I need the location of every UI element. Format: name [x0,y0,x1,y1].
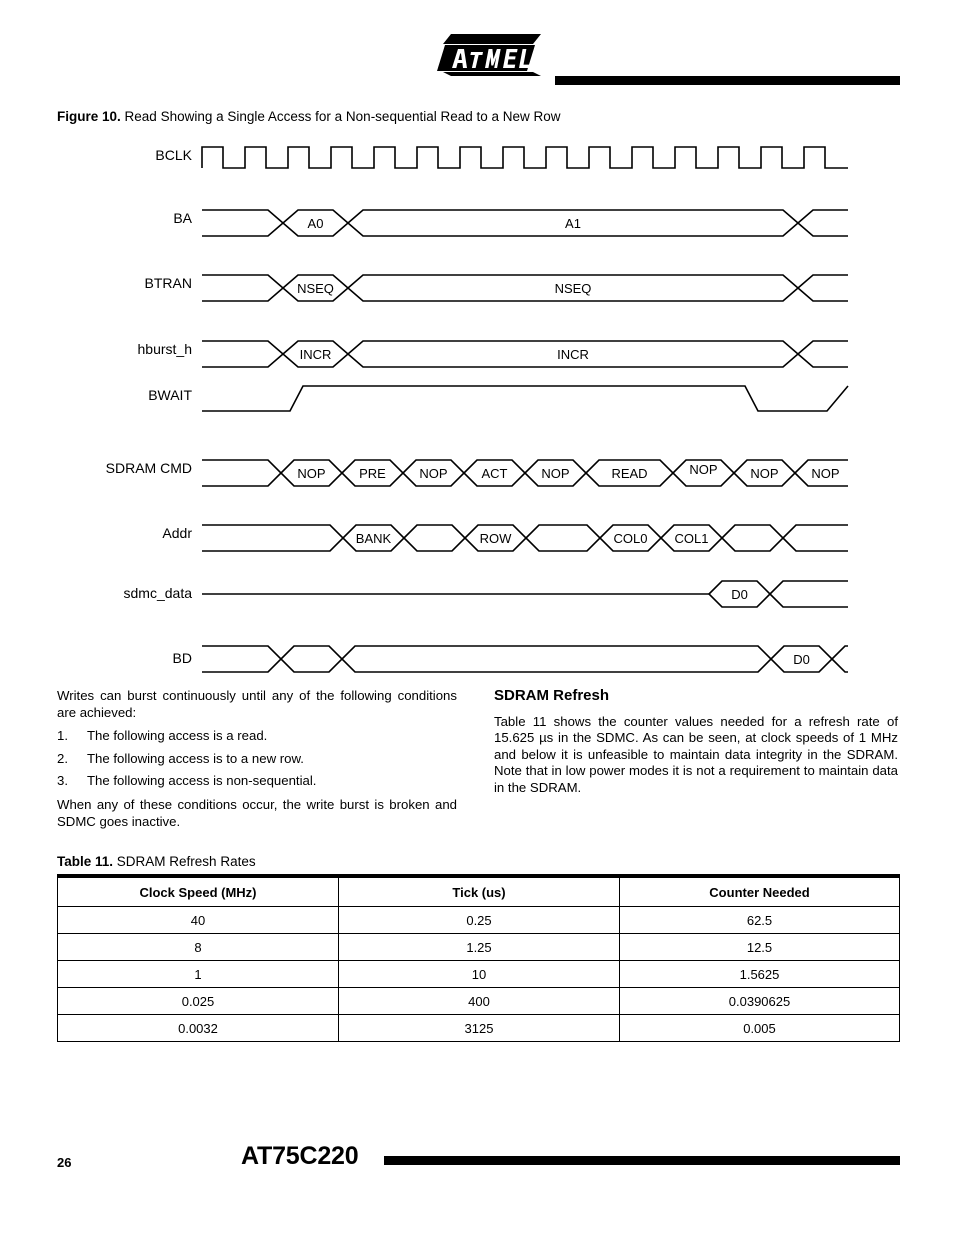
cell-counter: 1.5625 [619,960,900,988]
figure-caption: Figure 10. Read Showing a Single Access … [57,108,561,125]
cell-tick: 3125 [338,1014,620,1042]
bus-value-addr-col1: COL1 [675,531,709,546]
table-row: 0.0032 3125 0.005 [57,1014,900,1042]
section-heading-sdram-refresh: SDRAM Refresh [494,687,610,704]
signal-label-btran: BTRAN [145,275,192,291]
waveform-sdmc-data: D0 [202,580,848,608]
page-footer: 26 AT75C220 [0,1140,954,1180]
bus-value-cmd-nop4: NOP [689,462,717,477]
bus-value-hburst-incr2: INCR [557,347,589,362]
bus-value-cmd-read: READ [611,466,647,481]
page-number: 26 [57,1155,72,1170]
bus-value-btran-nseq1: NSEQ [297,281,334,296]
waveform-addr: BANK ROW COL0 COL1 [202,524,848,552]
signal-label-hburst-h: hburst_h [138,341,192,357]
cell-tick: 400 [338,987,620,1015]
list-item-number: 1. [57,728,68,744]
cell-tick: 1.25 [338,933,620,961]
column-header-tick: Tick (us) [338,874,620,907]
signal-label-addr: Addr [162,525,192,541]
signal-label-bclk: BCLK [155,147,192,163]
footer-rule [384,1156,900,1165]
signal-label-ba: BA [173,210,192,226]
cell-tick: 10 [338,960,620,988]
cell-counter: 0.0390625 [619,987,900,1015]
signal-label-bd: BD [173,650,192,666]
page-header [0,32,954,85]
column-header-counter-needed: Counter Needed [619,874,900,907]
sdram-refresh-paragraph: Table 11 shows the counter values needed… [494,713,898,795]
table-row: 0.025 400 0.0390625 [57,987,900,1015]
table-title: SDRAM Refresh Rates [116,854,256,869]
bus-value-addr-bank: BANK [356,531,392,546]
bus-value-addr-row: ROW [480,531,513,546]
bus-value-cmd-nop1: NOP [297,466,325,481]
bus-value-cmd-nop3: NOP [541,466,569,481]
signal-label-bwait: BWAIT [148,387,192,403]
waveform-btran: NSEQ NSEQ [202,274,848,302]
bus-value-addr-col0: COL0 [614,531,648,546]
column-header-clock-speed: Clock Speed (MHz) [57,874,339,907]
list-item: 1. The following access is a read. [57,728,457,745]
part-number: AT75C220 [241,1142,359,1170]
cell-counter: 12.5 [619,933,900,961]
list-item: 3. The following access is non-sequentia… [57,773,457,790]
writes-outro-paragraph: When any of these conditions occur, the … [57,796,457,829]
list-item-text: The following access is to a new row. [87,750,304,766]
waveform-bclk [201,146,848,169]
table-row: 40 0.25 62.5 [57,906,900,934]
bus-value-cmd-nop2: NOP [419,466,447,481]
bus-value-sdmc-data-d0: D0 [731,587,748,602]
bus-value-bd-d0: D0 [793,652,810,667]
table-label: Table 11. [57,854,114,869]
header-rule [555,76,900,85]
cell-counter: 62.5 [619,906,900,934]
list-item-text: The following access is a read. [87,728,268,744]
bus-value-cmd-nop5: NOP [750,466,778,481]
list-item-text: The following access is non-sequential. [87,773,317,789]
waveform-sdram-cmd: NOP PRE NOP ACT NOP READ NOP NOP NOP [202,459,848,487]
bus-value-cmd-pre: PRE [359,466,386,481]
writes-intro-paragraph: Writes can burst continuously until any … [57,688,457,720]
list-item-number: 3. [57,773,68,789]
cell-clock-speed: 40 [57,906,339,934]
figure-title: Read Showing a Single Access for a Non-s… [124,109,561,124]
cell-clock-speed: 1 [57,960,339,988]
bus-value-btran-nseq2: NSEQ [555,281,592,296]
waveform-hburst-h: INCR INCR [202,340,848,368]
right-text-column: SDRAM Refresh Table 11 shows the counter… [494,687,898,804]
cell-clock-speed: 0.025 [57,987,339,1015]
list-item-number: 2. [57,750,68,766]
cell-counter: 0.005 [619,1014,900,1042]
cell-clock-speed: 8 [57,933,339,961]
list-item: 2. The following access is to a new row. [57,751,457,768]
table-header-row: Clock Speed (MHz) Tick (us) Counter Need… [57,874,900,907]
bus-value-cmd-act: ACT [482,466,508,481]
bus-value-ba-a0: A0 [308,216,324,231]
waveform-bd: D0 [202,645,848,673]
bus-value-hburst-incr1: INCR [300,347,332,362]
bus-value-cmd-nop6: NOP [811,466,839,481]
timing-diagram: BCLK BA A0 A1 BTRAN NSEQ NSEQ hburst_h I… [0,128,954,688]
signal-label-sdram-cmd: SDRAM CMD [106,460,192,476]
table-caption: Table 11. SDRAM Refresh Rates [57,854,256,869]
conditions-list: 1. The following access is a read. 2. Th… [57,728,457,790]
figure-label: Figure 10. [57,109,121,124]
atmel-logo [437,34,541,76]
bus-value-ba-a1: A1 [565,216,581,231]
left-text-column: Writes can burst continuously until any … [57,688,457,837]
waveform-bwait [202,385,849,412]
cell-tick: 0.25 [338,906,620,934]
table-row: 1 10 1.5625 [57,960,900,988]
table-row: 8 1.25 12.5 [57,933,900,961]
signal-label-sdmc-data: sdmc_data [124,585,193,601]
waveform-ba: A0 A1 [202,209,848,237]
cell-clock-speed: 0.0032 [57,1014,339,1042]
sdram-refresh-rates-table: Clock Speed (MHz) Tick (us) Counter Need… [57,874,900,1042]
refresh-table-wrapper: Clock Speed (MHz) Tick (us) Counter Need… [57,874,900,1042]
